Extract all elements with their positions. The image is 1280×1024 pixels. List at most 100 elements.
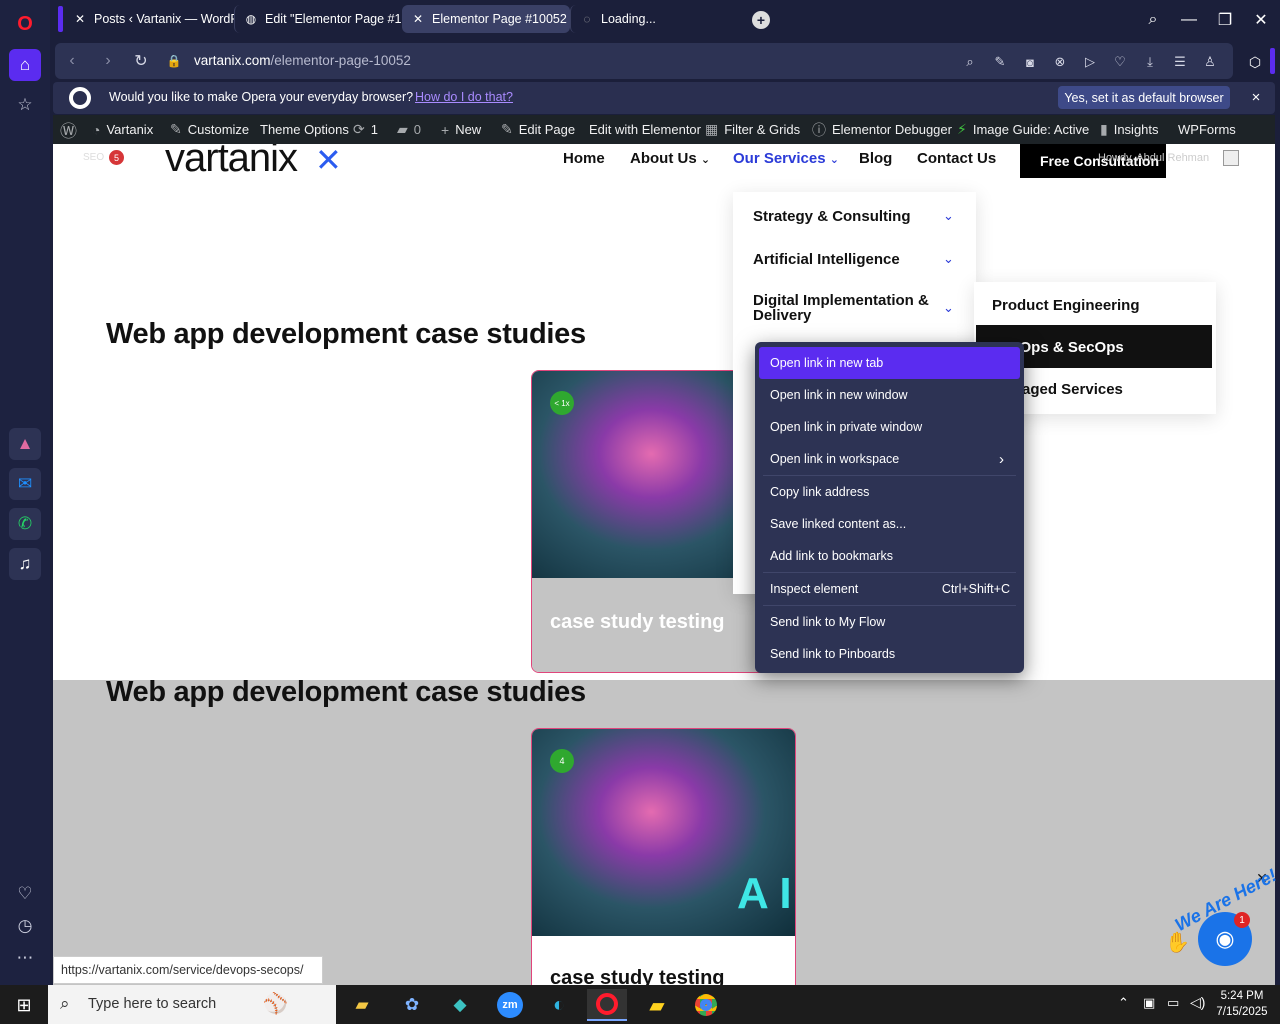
zoom-icon[interactable]: zm	[490, 989, 530, 1021]
music-player-icon[interactable]: ♫	[9, 548, 41, 580]
close-window-icon[interactable]: ✕	[1249, 8, 1273, 32]
seo-badge: 5	[109, 150, 124, 165]
url-text[interactable]: vartanix.com/elementor-page-10052	[194, 53, 411, 68]
wp-insights-link[interactable]: ▮ Insights	[1100, 115, 1159, 144]
minimize-icon[interactable]: —	[1177, 8, 1201, 32]
taskbar-search[interactable]: ⌕ Type here to search ⚾	[48, 985, 336, 1024]
messenger-icon[interactable]: ✉	[9, 468, 41, 500]
nav-contact[interactable]: Contact Us	[917, 150, 996, 167]
extensions-cube-icon[interactable]: ⬡	[1240, 48, 1270, 76]
address-bar[interactable]: ‹ › ↻ 🔒 vartanix.com/elementor-page-1005…	[55, 43, 1233, 79]
chevron-down-icon[interactable]: ⌄	[943, 208, 954, 224]
history-clock-icon[interactable]: ◷	[9, 910, 41, 942]
ctx-send-my-flow[interactable]: Send link to My Flow	[759, 606, 1020, 638]
tab-loading[interactable]: ◌ Loading...	[570, 5, 742, 33]
menu-strategy[interactable]: Strategy & Consulting	[753, 208, 911, 225]
camera-icon[interactable]: ◙	[1022, 54, 1038, 70]
tab-search-icon[interactable]: ⌕	[1141, 8, 1165, 32]
home-icon[interactable]: ⌂	[9, 49, 41, 81]
aria-icon[interactable]: ▲	[9, 428, 41, 460]
heart-icon[interactable]: ♡	[9, 878, 41, 910]
edge-icon[interactable]: ◐	[539, 989, 579, 1021]
menu-ai[interactable]: Artificial Intelligence	[753, 251, 900, 268]
wordpress-logo-icon[interactable]: Ⓦ	[60, 115, 83, 144]
seo-label[interactable]: SEO	[83, 152, 104, 163]
lock-icon[interactable]: 🔒	[163, 52, 185, 70]
wp-theme-options-link[interactable]: Theme Options	[260, 115, 349, 144]
submenu-product-engineering[interactable]: Product Engineering	[992, 297, 1140, 314]
new-tab-plus-icon[interactable]: +	[752, 11, 770, 29]
nav-home[interactable]: Home	[563, 150, 605, 167]
volume-icon[interactable]: ◁)	[1190, 994, 1205, 1011]
chrome-icon[interactable]	[686, 989, 726, 1021]
back-icon[interactable]: ‹	[61, 52, 83, 70]
wp-edit-page-link[interactable]: ✎ Edit Page	[501, 115, 575, 144]
tab-posts[interactable]: ✕Posts ‹ Vartanix — WordPress	[64, 5, 234, 33]
howdy-user[interactable]: Howdy, Abdul Rehman	[1098, 152, 1209, 164]
download-icon[interactable]: ⤓	[1142, 54, 1158, 70]
more-dots-icon[interactable]: ⋯	[9, 942, 41, 974]
chevron-down-icon[interactable]: ⌄	[943, 300, 954, 316]
set-default-button[interactable]: Yes, set it as default browser	[1058, 86, 1230, 109]
wp-new-link[interactable]: + New	[441, 115, 481, 144]
wp-debugger-link[interactable]: ⓘ Elementor Debugger	[812, 115, 952, 144]
whatsapp-icon[interactable]: ✆	[9, 508, 41, 540]
case-study-card-repeat[interactable]: A I 4 case study testing	[531, 728, 796, 985]
profile-icon[interactable]: ♙	[1202, 54, 1218, 70]
card-title[interactable]: case study testing	[550, 967, 725, 985]
wp-site-link[interactable]: ◔ Vartanix	[92, 115, 153, 144]
wp-filter-grids-link[interactable]: ▦ Filter & Grids	[705, 115, 800, 144]
wp-updates-link[interactable]: ⟳ 1	[353, 115, 378, 144]
file-explorer-icon[interactable]: ▰	[342, 989, 382, 1021]
wp-wpforms-link[interactable]: WPForms	[1178, 115, 1236, 144]
edit-share-icon[interactable]: ✎	[992, 54, 1008, 70]
nav-about[interactable]: About Us ⌄	[630, 150, 710, 167]
tray-chevron-icon[interactable]: ⌃	[1118, 995, 1129, 1011]
ctx-send-pinboards[interactable]: Send link to Pinboards	[759, 638, 1020, 670]
ctx-save-linked[interactable]: Save linked content as...	[759, 508, 1020, 540]
paint-icon[interactable]: ✿	[392, 989, 432, 1021]
opera-logo-icon[interactable]: O	[9, 8, 41, 40]
restore-icon[interactable]: ❐	[1213, 8, 1237, 32]
network-icon[interactable]: ▭	[1167, 995, 1179, 1011]
avatar[interactable]	[1223, 150, 1239, 166]
windows-start-icon[interactable]: ⊞	[4, 989, 44, 1021]
close-notice-icon[interactable]: ×	[1247, 88, 1265, 106]
wp-comments-link[interactable]: ▰ 0	[397, 115, 421, 144]
tray-meet-icon[interactable]: ▣	[1143, 995, 1155, 1011]
default-browser-notice: Would you like to make Opera your everyd…	[53, 82, 1275, 114]
ctx-open-new-tab[interactable]: Open link in new tab	[759, 347, 1020, 379]
chevron-down-icon[interactable]: ⌄	[943, 251, 954, 267]
forward-icon[interactable]: ›	[97, 52, 119, 70]
ctx-open-in-workspace[interactable]: Open link in workspace ›	[759, 443, 1020, 475]
wp-customize-link[interactable]: ✎ Customize	[170, 115, 249, 144]
app-diamond-icon[interactable]: ◆	[440, 989, 480, 1021]
clock[interactable]: 5:24 PM 7/15/2025	[1216, 988, 1268, 1020]
wp-image-guide-link[interactable]: ⚡ Image Guide: Active	[957, 115, 1089, 144]
nav-services[interactable]: Our Services ⌄	[733, 150, 839, 167]
adblock-icon[interactable]: ⊗	[1052, 54, 1068, 70]
tab-elementor-page-active[interactable]: ✕ Elementor Page #10052 -	[402, 5, 570, 33]
ctx-open-private-window[interactable]: Open link in private window	[759, 411, 1020, 443]
wp-edit-elementor-link[interactable]: Edit with Elementor	[589, 115, 701, 144]
site-logo[interactable]: vartanix	[165, 144, 298, 181]
ctx-inspect-element[interactable]: Inspect element Ctrl+Shift+C	[759, 573, 1020, 605]
ctx-add-bookmark[interactable]: Add link to bookmarks	[759, 540, 1020, 572]
opera-taskbar-icon[interactable]	[587, 989, 627, 1021]
speed-dial-star-icon[interactable]: ☆	[9, 89, 41, 121]
how-to-link[interactable]: How do I do that?	[415, 90, 513, 104]
card-title[interactable]: case study testing	[550, 611, 725, 634]
ctx-copy-link[interactable]: Copy link address	[759, 476, 1020, 508]
ctx-open-new-window[interactable]: Open link in new window	[759, 379, 1020, 411]
tab-edit-elementor[interactable]: ◍Edit "Elementor Page #10052	[234, 5, 402, 33]
windows-taskbar: ⊞ ⌕ Type here to search ⚾ ▰ ✿ ◆ zm ◐ ▰ ⌃…	[0, 985, 1280, 1024]
find-icon[interactable]: ⌕	[962, 54, 978, 70]
nav-blog[interactable]: Blog	[859, 150, 892, 167]
card-badge: < 1x	[550, 391, 574, 415]
sticky-notes-icon[interactable]: ▰	[637, 989, 677, 1021]
bookmark-heart-icon[interactable]: ♡	[1112, 54, 1128, 70]
reload-icon[interactable]: ↻	[130, 52, 152, 70]
easy-setup-icon[interactable]: ☰	[1172, 54, 1188, 70]
send-flow-icon[interactable]: ▷	[1082, 54, 1098, 70]
menu-digital[interactable]: Digital Implementation & Delivery	[753, 293, 933, 323]
